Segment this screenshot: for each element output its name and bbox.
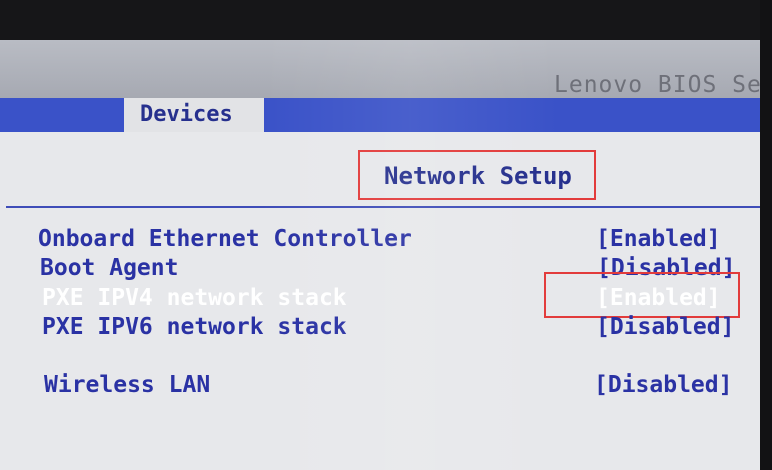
app-title: Lenovo BIOS Se xyxy=(554,72,760,98)
setting-label: Wireless LAN xyxy=(44,372,211,398)
setting-value[interactable]: [Disabled] xyxy=(594,372,732,398)
section-title-highlight-box xyxy=(358,150,596,200)
title-bar: Lenovo BIOS Se xyxy=(0,40,760,98)
setting-value[interactable]: [Disabled] xyxy=(596,314,734,340)
setting-label: PXE IPV4 network stack xyxy=(42,285,347,311)
monitor-bezel-top xyxy=(0,0,772,40)
monitor-bezel-right xyxy=(760,0,772,470)
setting-label: PXE IPV6 network stack xyxy=(42,314,347,340)
setting-label: Onboard Ethernet Controller xyxy=(38,226,412,252)
setting-value[interactable]: [Enabled] xyxy=(596,226,721,252)
setting-row-wireless-lan[interactable]: Wireless LAN [Disabled] xyxy=(0,372,760,400)
tab-devices-label: Devices xyxy=(140,102,233,127)
setting-label: Boot Agent xyxy=(40,255,179,281)
bios-screen: Lenovo BIOS Se Devices Network Setup Onb… xyxy=(0,40,760,470)
tab-devices[interactable]: Devices xyxy=(124,98,264,132)
value-highlight-box xyxy=(544,272,740,318)
setting-row-pxe-ipv6[interactable]: PXE IPV6 network stack [Disabled] xyxy=(0,314,760,342)
setting-row-onboard-ethernet[interactable]: Onboard Ethernet Controller [Enabled] xyxy=(0,226,760,254)
tab-strip xyxy=(0,98,760,132)
section-separator xyxy=(6,206,760,208)
